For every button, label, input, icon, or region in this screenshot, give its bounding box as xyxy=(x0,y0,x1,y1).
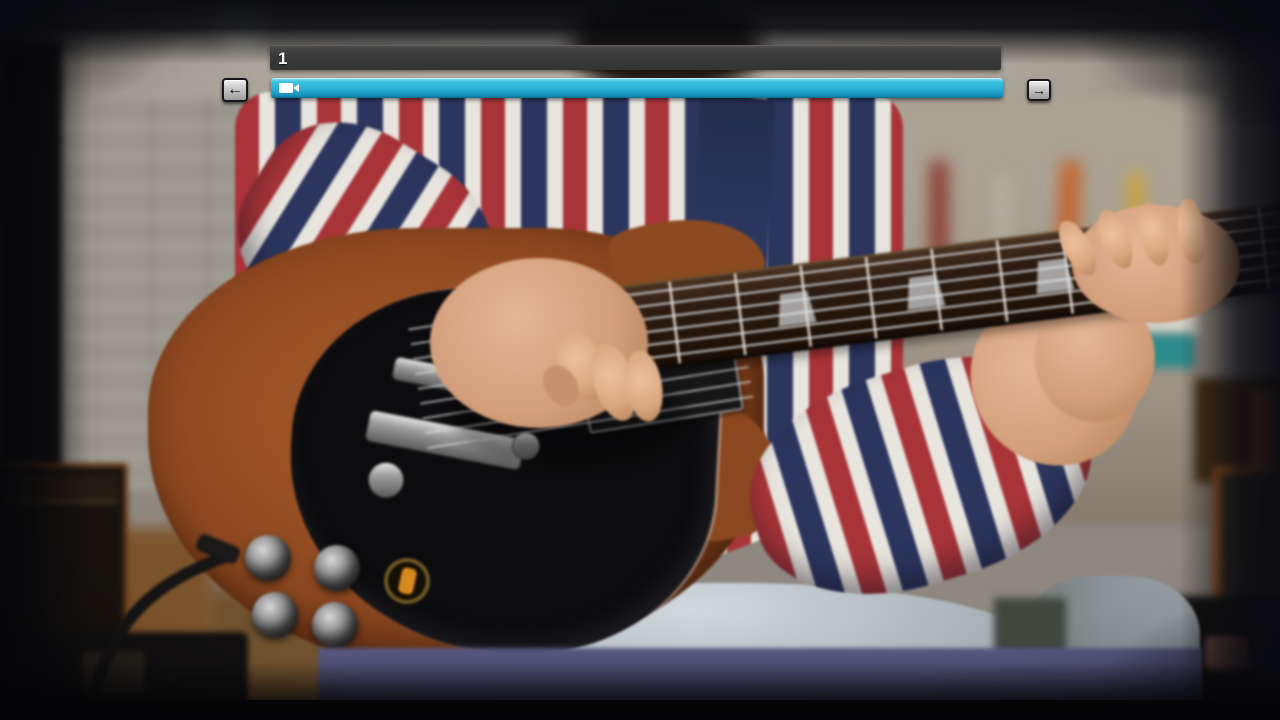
game-screen: 1 ← → xyxy=(0,0,1280,720)
arrow-left-icon: ← xyxy=(227,81,243,98)
previous-section-button[interactable]: ← xyxy=(222,78,248,102)
video-scrubber-bar[interactable] xyxy=(271,78,1003,98)
orange-cab-right xyxy=(1213,466,1280,616)
next-section-button[interactable]: → xyxy=(1027,79,1051,101)
section-label-bar: 1 xyxy=(270,45,1001,70)
section-number: 1 xyxy=(278,49,288,68)
scrubber-fill xyxy=(271,78,1003,98)
tone-knob xyxy=(312,602,358,648)
bridge-stud xyxy=(368,462,404,498)
volume-knob xyxy=(314,545,360,591)
bottom-frame xyxy=(0,700,1280,720)
stage-riser xyxy=(318,648,1202,704)
case-handle xyxy=(78,648,148,698)
case-handle xyxy=(1205,636,1249,670)
fretboard-inlay xyxy=(775,290,817,327)
video-camera-icon xyxy=(279,83,299,93)
tone-knob xyxy=(252,592,298,638)
arrow-right-icon: → xyxy=(1032,82,1046,98)
volume-knob xyxy=(245,535,291,581)
fretboard-inlay xyxy=(904,274,946,311)
fretboard-inlay xyxy=(1033,257,1075,294)
